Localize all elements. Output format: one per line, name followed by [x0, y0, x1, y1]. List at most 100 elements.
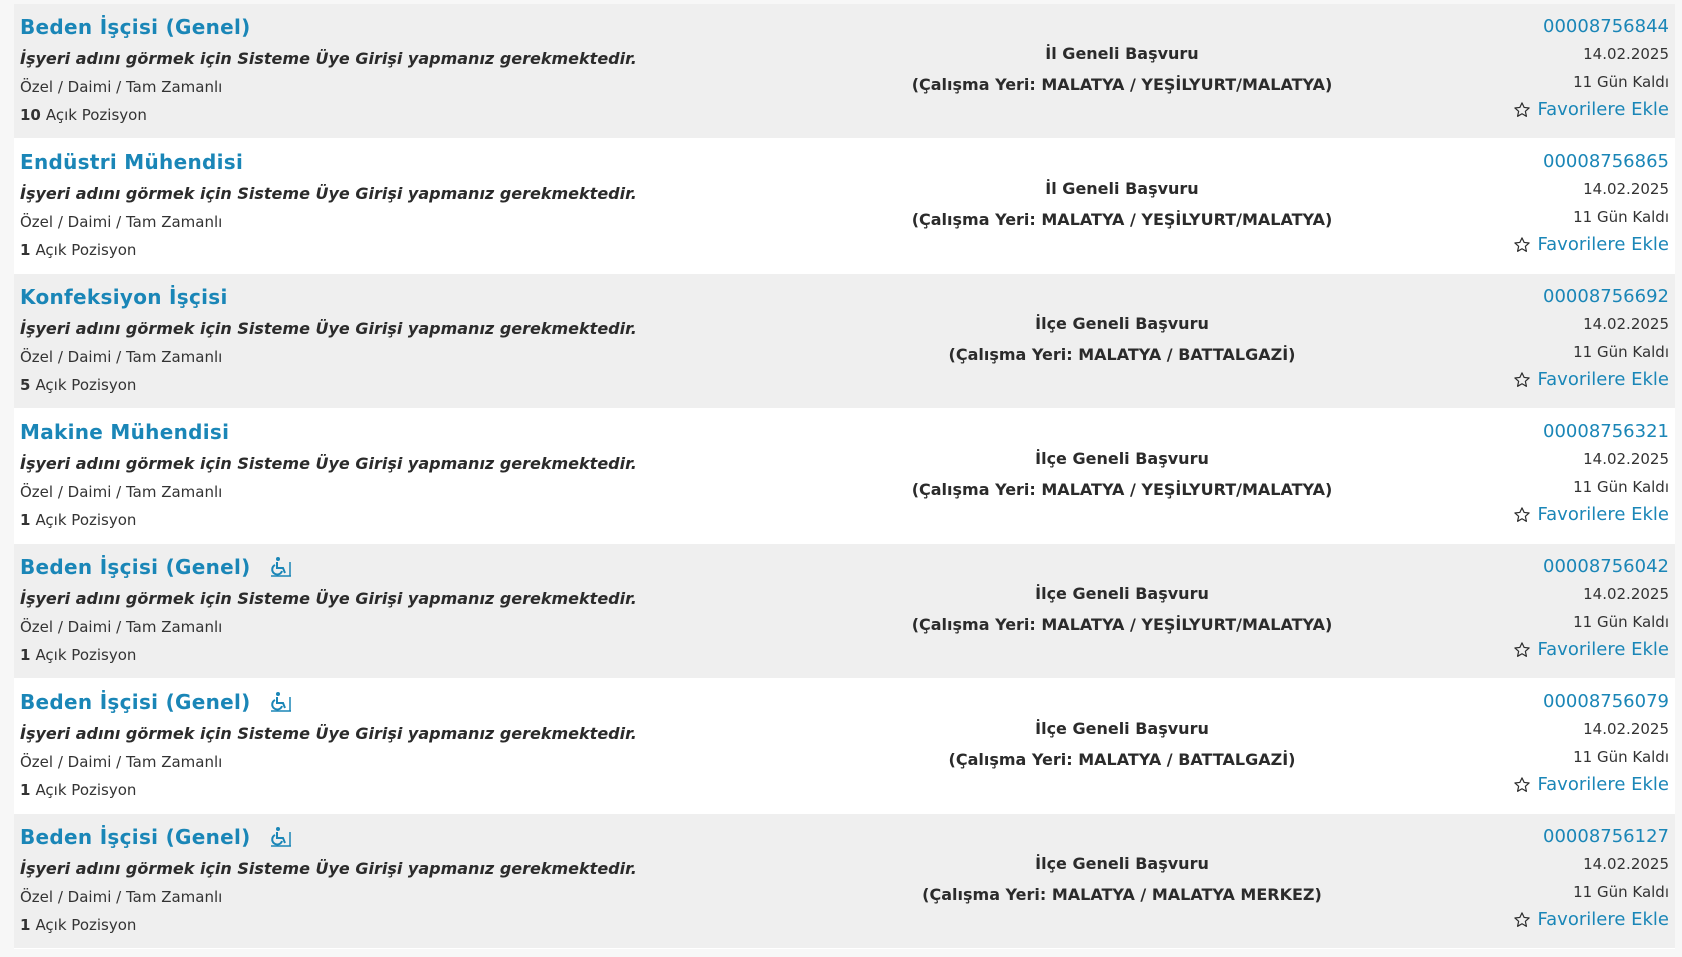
work-location: (Çalışma Yeri: MALATYA / YEŞİLYURT/MALAT… [911, 75, 1333, 94]
star-outline-icon [1514, 236, 1531, 252]
job-scope: İlçe Geneli Başvuru (Çalışma Yeri: MALAT… [864, 584, 1380, 634]
add-favorite-button[interactable]: Favorilere Ekle [1513, 99, 1669, 120]
job-meta: 00008756844 14.02.2025 11 Gün Kaldı Favo… [1513, 16, 1669, 120]
add-favorite-button[interactable]: Favorilere Ekle [1513, 639, 1669, 660]
job-listing: Beden İşçisi (Genel) İşyeri adını görmek… [14, 679, 1675, 814]
listing-code-link[interactable]: 00008756321 [1513, 421, 1669, 442]
work-location: (Çalışma Yeri: MALATYA / BATTALGAZİ) [948, 345, 1296, 364]
listing-code-link[interactable]: 00008756042 [1513, 556, 1669, 577]
star-outline-icon [1514, 911, 1531, 927]
listing-code-link[interactable]: 00008756692 [1513, 286, 1669, 307]
job-title-link[interactable]: Makine Mühendisi [20, 420, 229, 444]
positions-count: 10 [20, 106, 41, 124]
work-location: (Çalışma Yeri: MALATYA / BATTALGAZİ) [948, 750, 1296, 769]
job-scope: İl Geneli Başvuru (Çalışma Yeri: MALATYA… [864, 179, 1380, 229]
job-title-link[interactable]: Beden İşçisi (Genel) [20, 690, 251, 714]
job-info: Beden İşçisi (Genel) İşyeri adını görmek… [20, 554, 637, 664]
star-outline-icon [1514, 776, 1531, 792]
application-scope: İlçe Geneli Başvuru [1035, 854, 1209, 873]
application-scope: İl Geneli Başvuru [1045, 44, 1199, 63]
add-favorite-button[interactable]: Favorilere Ekle [1513, 504, 1669, 525]
listing-code-link[interactable]: 00008756865 [1513, 151, 1669, 172]
remaining-days: 11 Gün Kaldı [1573, 208, 1669, 226]
job-title-link[interactable]: Endüstri Mühendisi [20, 150, 243, 174]
job-listing: Endüstri Mühendisi İşyeri adını görmek i… [14, 139, 1675, 274]
star-outline-icon [1514, 101, 1531, 117]
job-listing: Konfeksiyon İşçisi İşyeri adını görmek i… [14, 274, 1675, 409]
positions-label: Açık Pozisyon [35, 511, 137, 529]
add-favorite-button[interactable]: Favorilere Ekle [1513, 369, 1669, 390]
positions-label: Açık Pozisyon [35, 916, 137, 934]
job-listing: Beden İşçisi (Genel) İşyeri adını görmek… [14, 4, 1675, 139]
login-notice: İşyeri adını görmek için Sisteme Üye Gir… [20, 454, 637, 473]
job-listing-list: Beden İşçisi (Genel) İşyeri adını görmek… [14, 4, 1675, 949]
add-favorite-button[interactable]: Favorilere Ekle [1513, 774, 1669, 795]
listing-code-link[interactable]: 00008756079 [1513, 691, 1669, 712]
positions-count: 5 [20, 376, 31, 394]
application-scope: İlçe Geneli Başvuru [1035, 584, 1209, 603]
positions-label: Açık Pozisyon [35, 646, 137, 664]
login-notice: İşyeri adını görmek için Sisteme Üye Gir… [20, 859, 637, 878]
star-outline-icon [1514, 371, 1531, 387]
employment-type: Özel / Daimi / Tam Zamanlı [20, 753, 223, 771]
add-favorite-label: Favorilere Ekle [1537, 369, 1669, 390]
remaining-days: 11 Gün Kaldı [1573, 613, 1669, 631]
open-positions: 10 Açık Pozisyon [20, 106, 637, 124]
login-notice: İşyeri adını görmek için Sisteme Üye Gir… [20, 49, 637, 68]
add-favorite-label: Favorilere Ekle [1537, 909, 1669, 930]
job-title-row: Konfeksiyon İşçisi [20, 284, 637, 310]
login-notice: İşyeri adını görmek için Sisteme Üye Gir… [20, 724, 637, 743]
listing-date: 14.02.2025 [1583, 450, 1669, 468]
job-meta: 00008756127 14.02.2025 11 Gün Kaldı Favo… [1513, 826, 1669, 930]
wheelchair-icon[interactable] [269, 826, 293, 848]
login-notice: İşyeri adını görmek için Sisteme Üye Gir… [20, 184, 637, 203]
job-meta: 00008756692 14.02.2025 11 Gün Kaldı Favo… [1513, 286, 1669, 390]
add-favorite-label: Favorilere Ekle [1537, 639, 1669, 660]
employment-type: Özel / Daimi / Tam Zamanlı [20, 888, 223, 906]
listing-date: 14.02.2025 [1583, 315, 1669, 333]
open-positions: 1 Açık Pozisyon [20, 241, 637, 259]
listing-date: 14.02.2025 [1583, 45, 1669, 63]
job-title-row: Makine Mühendisi [20, 419, 637, 445]
job-title-row: Endüstri Mühendisi [20, 149, 637, 175]
employment-type: Özel / Daimi / Tam Zamanlı [20, 348, 223, 366]
application-scope: İlçe Geneli Başvuru [1035, 314, 1209, 333]
positions-label: Açık Pozisyon [35, 376, 137, 394]
listing-code-link[interactable]: 00008756844 [1513, 16, 1669, 37]
remaining-days: 11 Gün Kaldı [1573, 73, 1669, 91]
open-positions: 5 Açık Pozisyon [20, 376, 637, 394]
wheelchair-icon[interactable] [269, 556, 293, 578]
job-meta: 00008756865 14.02.2025 11 Gün Kaldı Favo… [1513, 151, 1669, 255]
remaining-days: 11 Gün Kaldı [1573, 883, 1669, 901]
employment-type: Özel / Daimi / Tam Zamanlı [20, 213, 223, 231]
wheelchair-icon[interactable] [269, 691, 293, 713]
job-scope: İlçe Geneli Başvuru (Çalışma Yeri: MALAT… [864, 449, 1380, 499]
job-title-link[interactable]: Beden İşçisi (Genel) [20, 825, 251, 849]
add-favorite-label: Favorilere Ekle [1537, 99, 1669, 120]
add-favorite-button[interactable]: Favorilere Ekle [1513, 234, 1669, 255]
open-positions: 1 Açık Pozisyon [20, 646, 637, 664]
application-scope: İlçe Geneli Başvuru [1035, 449, 1209, 468]
positions-count: 1 [20, 646, 31, 664]
job-title-link[interactable]: Beden İşçisi (Genel) [20, 15, 251, 39]
positions-count: 1 [20, 916, 31, 934]
employment-type: Özel / Daimi / Tam Zamanlı [20, 78, 223, 96]
positions-count: 1 [20, 241, 31, 259]
open-positions: 1 Açık Pozisyon [20, 511, 637, 529]
job-meta: 00008756321 14.02.2025 11 Gün Kaldı Favo… [1513, 421, 1669, 525]
positions-label: Açık Pozisyon [35, 241, 137, 259]
positions-label: Açık Pozisyon [45, 106, 147, 124]
positions-label: Açık Pozisyon [35, 781, 137, 799]
add-favorite-label: Favorilere Ekle [1537, 234, 1669, 255]
listing-date: 14.02.2025 [1583, 720, 1669, 738]
listing-code-link[interactable]: 00008756127 [1513, 826, 1669, 847]
employment-type: Özel / Daimi / Tam Zamanlı [20, 483, 223, 501]
job-title-link[interactable]: Konfeksiyon İşçisi [20, 285, 228, 309]
job-info: Makine Mühendisi İşyeri adını görmek içi… [20, 419, 637, 529]
job-scope: İlçe Geneli Başvuru (Çalışma Yeri: MALAT… [864, 719, 1380, 769]
listing-date: 14.02.2025 [1583, 855, 1669, 873]
job-scope: İlçe Geneli Başvuru (Çalışma Yeri: MALAT… [864, 314, 1380, 364]
add-favorite-button[interactable]: Favorilere Ekle [1513, 909, 1669, 930]
job-title-row: Beden İşçisi (Genel) [20, 14, 637, 40]
job-title-link[interactable]: Beden İşçisi (Genel) [20, 555, 251, 579]
